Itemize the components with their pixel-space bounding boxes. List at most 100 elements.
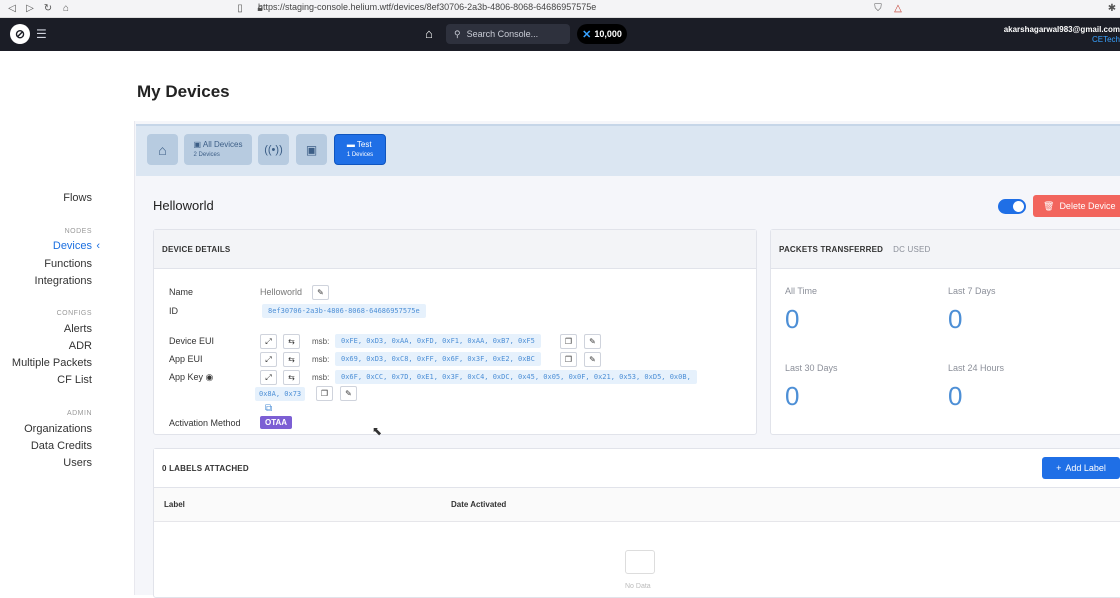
id-label: ID: [169, 306, 178, 316]
tab-packets-transferred[interactable]: PACKETS TRANSFERRED: [779, 245, 883, 254]
inbox-icon: [625, 550, 655, 574]
page-header: [134, 51, 1120, 121]
copy-icon: ❐: [564, 355, 573, 364]
edit-app-key-button[interactable]: ✎: [340, 386, 357, 401]
crumb-hotspots[interactable]: ((•)): [258, 134, 289, 165]
copy-eui-button[interactable]: ❐: [560, 334, 577, 349]
sidebar-section-nodes: NODES: [64, 228, 92, 235]
name-value: Helloworld: [260, 287, 303, 297]
add-label-button[interactable]: + Add Label: [1042, 457, 1120, 479]
user-email[interactable]: akarshagarwal983@gmail.com: [1004, 25, 1120, 34]
msb-label: msb:: [312, 355, 330, 364]
home-icon: ⌂: [158, 141, 167, 158]
expand-eui-button[interactable]: ⤢: [260, 334, 277, 349]
sidebar-item-organizations[interactable]: Organizations: [24, 423, 92, 435]
reload-icon[interactable]: ↻: [42, 3, 54, 15]
back-icon[interactable]: ◁: [6, 3, 18, 15]
expand-app-eui-button[interactable]: ⤢: [260, 352, 277, 367]
swap-eui-button[interactable]: ⇆: [283, 334, 300, 349]
device-details-card: DEVICE DETAILS: [153, 229, 757, 435]
swap-icon: ⇆: [288, 373, 295, 382]
app-key-label-text: App Key: [169, 372, 204, 382]
device-title: Helloworld: [153, 198, 214, 213]
sidebar-item-functions[interactable]: Functions: [44, 258, 92, 270]
copy-app-key-button[interactable]: ❐: [316, 386, 333, 401]
column-date-activated[interactable]: Date Activated: [451, 500, 506, 509]
org-switcher[interactable]: CETech: [1092, 35, 1120, 44]
tab-dc-used[interactable]: DC USED: [893, 245, 930, 254]
home-icon[interactable]: ⌂: [425, 26, 433, 41]
device-details-heading: DEVICE DETAILS: [154, 230, 756, 269]
all-time-label: All Time: [785, 286, 818, 296]
translate-icon[interactable]: ⧉: [265, 403, 272, 414]
menu-icon[interactable]: ☰: [36, 27, 47, 41]
copy-icon: ❐: [564, 337, 573, 346]
activation-method-label: Activation Method: [169, 418, 241, 428]
activation-method-badge: OTAA: [260, 416, 293, 429]
edit-app-eui-button[interactable]: ✎: [584, 352, 601, 367]
sidebar-item-flows[interactable]: Flows: [63, 192, 92, 204]
top-nav: ⊘ ☰ ⌂ ⚲ Search Console... ✕ 10,000 akars…: [0, 18, 1120, 51]
forward-icon[interactable]: ▷: [24, 3, 36, 15]
sidebar-item-multiple-packets[interactable]: Multiple Packets: [12, 357, 92, 369]
device-active-toggle[interactable]: [998, 199, 1026, 214]
bookmark-icon[interactable]: ▯: [234, 3, 246, 15]
last-30-days-value: 0: [785, 381, 800, 411]
crumb-all-devices[interactable]: ▣ All Devices 2 Devices: [184, 134, 252, 165]
trash-icon: 🗑︎: [1043, 200, 1055, 211]
sidebar-item-adr[interactable]: ADR: [69, 340, 92, 352]
folder-plus-icon: ▣: [305, 142, 318, 157]
home-icon[interactable]: ⌂: [60, 3, 72, 15]
folder-icon: ▣: [193, 139, 203, 149]
crumb-test[interactable]: ▬ Test 1 Devices: [334, 134, 386, 165]
extensions-icon[interactable]: ✱: [1106, 3, 1118, 15]
labels-table-header: [154, 488, 1120, 522]
address-bar[interactable]: https://staging-console.helium.wtf/devic…: [258, 2, 596, 12]
page-title: My Devices: [137, 82, 230, 101]
swap-app-key-button[interactable]: ⇆: [283, 370, 300, 385]
swap-icon: ⇆: [288, 355, 295, 364]
crumb-add-folder[interactable]: ▣: [296, 134, 327, 165]
crumb-count: 1 Devices: [346, 151, 374, 158]
sidebar-item-alerts[interactable]: Alerts: [64, 323, 92, 335]
warning-icon[interactable]: △: [892, 3, 904, 15]
copy-app-eui-button[interactable]: ❐: [560, 352, 577, 367]
last-30-days-label: Last 30 Days: [785, 363, 838, 373]
shield-icon[interactable]: ⛉: [872, 3, 884, 15]
sidebar: Flows NODES Devices ‹ Functions Integrat…: [0, 51, 134, 595]
sidebar-item-cf-list[interactable]: CF List: [57, 374, 92, 386]
app-eui-value: 0x69, 0xD3, 0xC8, 0xFF, 0x6F, 0x3F, 0xE2…: [335, 352, 541, 366]
name-label: Name: [169, 287, 194, 297]
packets-card: PACKETS TRANSFERRED DC USED: [770, 229, 1120, 435]
sidebar-item-integrations[interactable]: Integrations: [35, 275, 92, 287]
edit-name-button[interactable]: ✎: [312, 285, 329, 300]
delete-device-label: Delete Device: [1059, 201, 1116, 211]
last-24-hours-label: Last 24 Hours: [948, 363, 1005, 373]
sidebar-section-admin: ADMIN: [66, 410, 92, 417]
add-label-text: Add Label: [1065, 463, 1106, 473]
copy-icon: ❐: [320, 389, 329, 398]
packets-tabs: PACKETS TRANSFERRED DC USED: [771, 230, 1120, 269]
sidebar-item-devices[interactable]: Devices ‹: [53, 240, 100, 252]
eye-icon[interactable]: ◉: [206, 372, 214, 382]
swap-app-eui-button[interactable]: ⇆: [283, 352, 300, 367]
app-key-label: App Key ◉: [169, 372, 213, 383]
crumb-label: All Devices: [202, 139, 243, 149]
msb-label: msb:: [312, 373, 330, 382]
app-key-value: 0x6F, 0xCC, 0x7D, 0xE1, 0x3F, 0xC4, 0xDC…: [335, 370, 697, 384]
helium-x-icon: ✕: [582, 28, 592, 41]
expand-app-key-button[interactable]: ⤢: [260, 370, 277, 385]
dc-balance-badge[interactable]: ✕ 10,000: [577, 24, 627, 44]
sidebar-item-users[interactable]: Users: [63, 457, 92, 469]
labels-heading: 0 LABELS ATTACHED: [154, 449, 1120, 488]
sidebar-section-configs: CONFIGS: [56, 310, 92, 317]
msb-label: msb:: [312, 337, 330, 346]
sidebar-item-data-credits[interactable]: Data Credits: [31, 440, 92, 452]
delete-device-button[interactable]: 🗑︎ Delete Device: [1033, 195, 1120, 217]
search-input[interactable]: ⚲ Search Console...: [446, 24, 570, 44]
crumb-home[interactable]: ⌂: [147, 134, 178, 165]
antenna-icon: ((•)): [264, 143, 283, 156]
edit-eui-button[interactable]: ✎: [584, 334, 601, 349]
helium-logo-icon[interactable]: ⊘: [10, 24, 30, 44]
column-label[interactable]: Label: [164, 500, 185, 509]
